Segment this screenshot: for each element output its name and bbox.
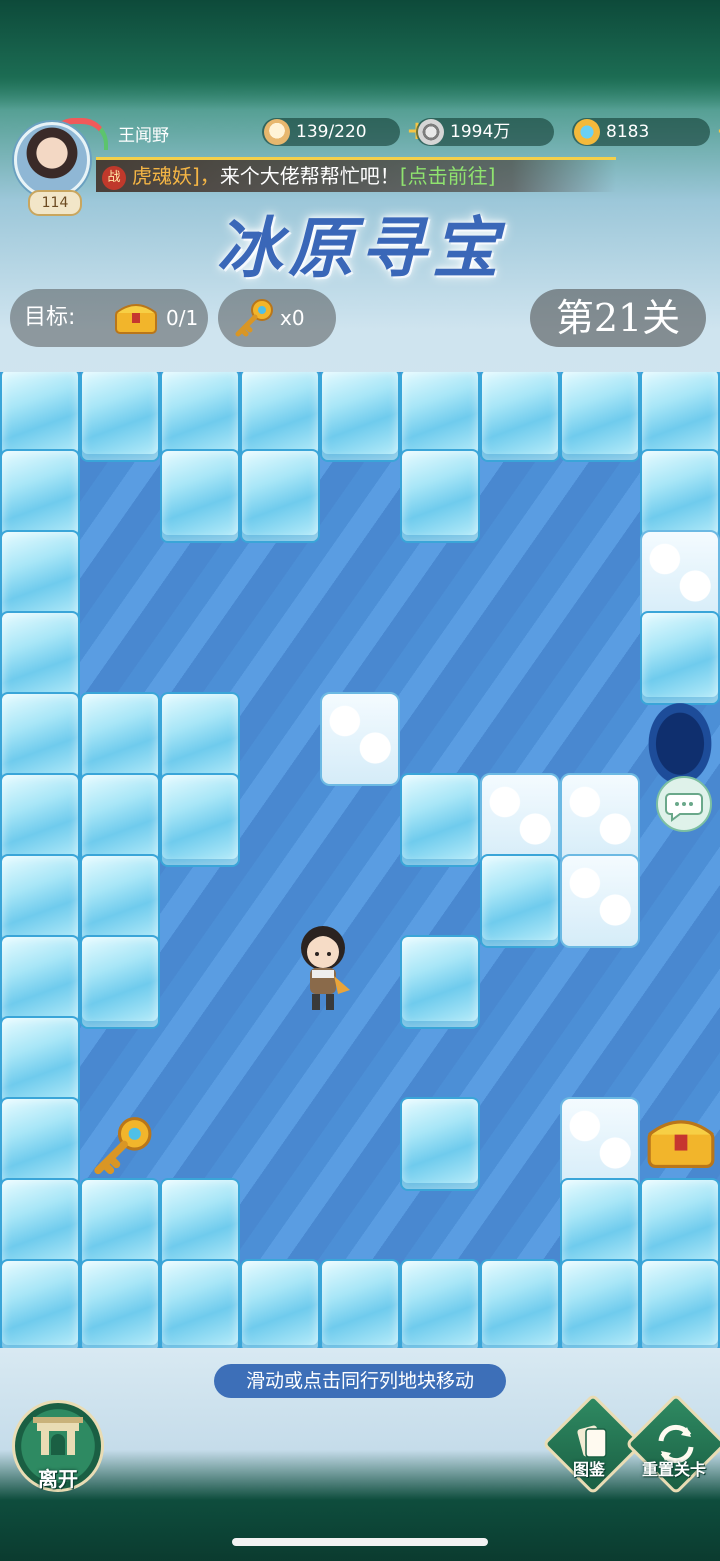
ice-block[interactable] [80,773,160,867]
ice-block[interactable] [320,1259,400,1348]
ice-block[interactable] [480,854,560,948]
ice-block[interactable] [240,1259,320,1348]
ice-block[interactable] [160,692,240,786]
chat-button[interactable] [656,776,712,832]
marquee-boss: 虎魂妖]， [132,164,220,188]
key-panel: x0 [218,289,336,347]
ice-block[interactable] [400,1097,480,1191]
ice-block[interactable] [560,372,640,462]
top-bar [0,0,720,110]
chest-icon [647,1120,715,1169]
marquee-message: 来个大佬帮帮忙吧！ [219,164,400,188]
ice-block[interactable] [80,935,160,1029]
leave-label: 离开 [38,1467,78,1491]
goal-count: 0/1 [166,306,199,330]
ice-block[interactable] [80,1259,160,1348]
reset-level-label: 重置关卡 [641,1460,706,1479]
hero-character [290,918,356,1014]
ice-block[interactable] [320,372,400,462]
marquee-link[interactable]: [点击前往] [400,164,496,188]
ice-block[interactable] [0,854,80,948]
game-board[interactable] [0,372,720,1348]
ice-block[interactable] [0,1178,80,1272]
ice-block[interactable] [80,692,160,786]
bun-icon [264,119,290,145]
ice-block[interactable] [160,1259,240,1348]
ice-block[interactable] [0,773,80,867]
snow-block[interactable] [320,692,400,786]
ice-block[interactable] [0,935,80,1029]
gallery-label: 图鉴 [572,1460,605,1479]
gem-icon [574,119,600,145]
snow-block[interactable] [480,773,560,867]
ice-block[interactable] [0,1097,80,1191]
ice-block[interactable] [640,1259,720,1348]
key-tile[interactable] [80,1097,160,1191]
ice-block[interactable] [240,449,320,543]
goal-panel: 目标: 0/1 [10,289,208,347]
chest-icon [115,304,157,334]
gem-counter: 8183 + [572,118,720,146]
key-icon [235,299,273,337]
ice-block[interactable] [480,372,560,462]
snow-block[interactable] [640,530,720,624]
add-gem-button[interactable]: + [714,118,720,145]
snow-block[interactable] [560,1097,640,1191]
leave-button[interactable]: 离开 [12,1400,104,1492]
ice-block[interactable] [560,1259,640,1348]
ice-block[interactable] [640,449,720,543]
ice-block[interactable] [400,449,480,543]
key-count: x0 [280,306,305,330]
hint-text: 滑动或点击同行列地块移动 [214,1364,506,1398]
ice-block[interactable] [640,611,720,705]
avatar [14,122,90,198]
ice-block[interactable] [400,1259,480,1348]
ice-block[interactable] [480,1259,560,1348]
ice-block[interactable] [0,530,80,624]
page-title: 冰原寻宝 [216,209,504,287]
ice-block[interactable] [80,372,160,462]
battle-tag-icon: 战 [102,165,126,190]
coin-icon [418,119,444,145]
ice-block[interactable] [400,773,480,867]
level-indicator: 第21关 [530,289,706,347]
player-name: 王闻野 [118,126,169,146]
player-avatar[interactable]: 114 [8,118,108,216]
ice-block[interactable] [0,692,80,786]
ice-block[interactable] [0,1016,80,1110]
ice-block[interactable] [0,1259,80,1348]
ice-block[interactable] [160,449,240,543]
stamina-value: 139/220 [296,122,367,142]
chat-bubble-icon [665,793,703,822]
coin-counter: 1994万 [416,118,554,146]
key-icon [94,1117,152,1175]
snow-block[interactable] [560,854,640,948]
ice-block[interactable] [160,1178,240,1272]
stamina-counter: 139/220 + [262,118,428,146]
ice-block[interactable] [160,773,240,867]
ice-block[interactable] [80,1178,160,1272]
goal-label: 目标: [24,305,76,330]
ice-block[interactable] [400,935,480,1029]
ice-block[interactable] [640,1178,720,1272]
ice-block[interactable] [560,1178,640,1272]
broadcast-marquee[interactable]: 战虎魂妖]，来个大佬帮帮忙吧！[点击前往] [96,157,616,192]
ice-block[interactable] [0,449,80,543]
ice-block[interactable] [0,611,80,705]
home-indicator[interactable] [232,1538,488,1546]
ice-block[interactable] [80,854,160,948]
hole[interactable] [640,692,720,786]
gem-value: 8183 [606,122,650,142]
chest-tile[interactable] [640,1097,720,1191]
snow-block[interactable] [560,773,640,867]
coin-value: 1994万 [450,122,511,142]
